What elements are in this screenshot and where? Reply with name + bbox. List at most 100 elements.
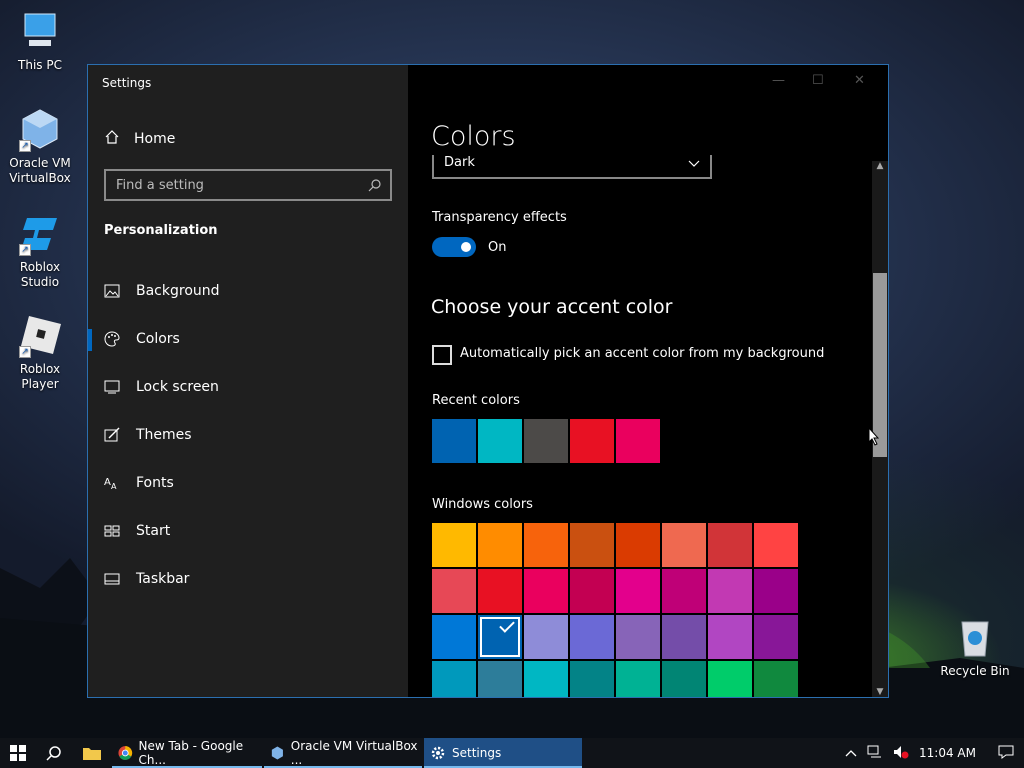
color-swatch[interactable] <box>432 523 476 567</box>
color-swatch[interactable] <box>708 569 752 613</box>
volume-muted-icon[interactable] <box>893 745 909 762</box>
taskbar-task-chrome[interactable]: New Tab - Google Ch... <box>112 738 262 768</box>
color-swatch[interactable] <box>708 661 752 697</box>
color-swatch[interactable] <box>754 523 798 567</box>
auto-accent-label[interactable]: Automatically pick an accent color from … <box>460 346 824 361</box>
mouse-cursor-icon <box>868 427 880 446</box>
scroll-down-icon[interactable]: ▼ <box>872 687 888 697</box>
network-icon[interactable] <box>867 745 883 762</box>
color-swatch[interactable] <box>524 615 568 659</box>
home-label: Home <box>134 131 176 147</box>
nav-item-label: Fonts <box>136 475 174 491</box>
chevron-up-icon[interactable] <box>845 746 857 760</box>
clock[interactable]: 11:04 AM <box>919 746 976 760</box>
chrome-icon <box>118 746 133 760</box>
nav-item-label: Themes <box>136 427 192 443</box>
color-swatch[interactable] <box>616 419 660 463</box>
settings-gear-icon <box>431 746 445 760</box>
color-swatch[interactable] <box>524 419 568 463</box>
color-swatch[interactable] <box>708 615 752 659</box>
notifications-icon[interactable] <box>998 745 1014 762</box>
nav-item-taskbar[interactable]: Taskbar <box>88 555 408 603</box>
brush-icon <box>104 427 120 443</box>
search-icon <box>46 746 61 761</box>
home-nav-button[interactable]: Home <box>104 129 175 149</box>
color-swatch[interactable] <box>432 615 476 659</box>
color-swatch[interactable] <box>570 569 614 613</box>
color-swatch[interactable] <box>616 523 660 567</box>
minimize-button[interactable]: — <box>772 73 785 88</box>
shortcut-arrow-icon: ↗ <box>19 140 31 152</box>
desktop-icon-this-pc[interactable]: This PC <box>0 8 80 73</box>
start-button[interactable] <box>0 738 36 768</box>
close-button[interactable]: ✕ <box>854 73 865 88</box>
color-swatch[interactable] <box>524 569 568 613</box>
desktop-icon-virtualbox[interactable]: ↗ Oracle VM VirtualBox <box>0 106 80 186</box>
app-mode-dropdown[interactable]: Dark <box>432 155 712 179</box>
color-swatch[interactable] <box>570 615 614 659</box>
color-swatch[interactable] <box>662 661 706 697</box>
nav-item-label: Background <box>136 283 220 299</box>
color-swatch[interactable] <box>570 419 614 463</box>
color-swatch[interactable] <box>754 661 798 697</box>
color-swatch[interactable] <box>478 615 522 659</box>
color-swatch[interactable] <box>754 569 798 613</box>
accent-heading: Choose your accent color <box>431 296 673 318</box>
color-swatch[interactable] <box>432 661 476 697</box>
system-tray: 11:04 AM <box>845 738 1024 768</box>
windows-colors-label: Windows colors <box>432 497 533 512</box>
svg-text:A: A <box>104 477 111 488</box>
search-icon[interactable] <box>368 178 382 196</box>
color-swatch[interactable] <box>662 615 706 659</box>
virtualbox-icon: ↗ <box>17 106 63 152</box>
search-box[interactable] <box>104 169 392 201</box>
nav-item-start[interactable]: Start <box>88 507 408 555</box>
search-taskbar-button[interactable] <box>36 738 72 768</box>
color-swatch[interactable] <box>432 569 476 613</box>
settings-window: Settings Home Personalization Background… <box>87 64 889 698</box>
color-swatch[interactable] <box>478 661 522 697</box>
desktop-icon-label: Recycle Bin <box>940 664 1010 678</box>
color-swatch[interactable] <box>662 569 706 613</box>
section-title: Personalization <box>104 223 218 238</box>
transparency-toggle[interactable] <box>432 237 476 257</box>
maximize-button[interactable]: ☐ <box>812 73 824 88</box>
task-label: Oracle VM VirtualBox ... <box>290 739 418 767</box>
desktop-icon-roblox-studio[interactable]: ↗ Roblox Studio <box>0 210 80 290</box>
taskbar: New Tab - Google Ch... Oracle VM Virtual… <box>0 738 1024 768</box>
color-swatch[interactable] <box>524 523 568 567</box>
color-swatch[interactable] <box>616 569 660 613</box>
color-swatch[interactable] <box>616 661 660 697</box>
color-swatch[interactable] <box>570 661 614 697</box>
desktop-icon-recycle-bin[interactable]: Recycle Bin <box>935 614 1015 679</box>
nav-item-fonts[interactable]: AA Fonts <box>88 459 408 507</box>
color-swatch[interactable] <box>616 615 660 659</box>
nav-item-colors[interactable]: Colors <box>88 315 408 363</box>
taskbar-task-settings[interactable]: Settings <box>424 738 582 768</box>
nav-item-label: Lock screen <box>136 379 219 395</box>
color-swatch[interactable] <box>662 523 706 567</box>
auto-accent-checkbox[interactable] <box>432 345 452 365</box>
color-swatch[interactable] <box>432 419 476 463</box>
color-swatch[interactable] <box>478 523 522 567</box>
search-input[interactable] <box>106 171 356 199</box>
color-swatch[interactable] <box>478 419 522 463</box>
color-swatch[interactable] <box>478 569 522 613</box>
colors-page: — ☐ ✕ Colors Dark Transparency effects O… <box>408 65 888 697</box>
nav-item-background[interactable]: Background <box>88 267 408 315</box>
home-icon <box>104 129 120 149</box>
taskbar-task-virtualbox[interactable]: Oracle VM VirtualBox ... <box>264 738 422 768</box>
nav-item-themes[interactable]: Themes <box>88 411 408 459</box>
color-swatch[interactable] <box>570 523 614 567</box>
desktop-icon-label: Oracle VM VirtualBox <box>9 156 71 185</box>
desktop-icon-roblox-player[interactable]: ↗ Roblox Player <box>0 312 80 392</box>
shortcut-arrow-icon: ↗ <box>19 244 31 256</box>
file-explorer-button[interactable] <box>72 738 112 768</box>
color-swatch[interactable] <box>754 615 798 659</box>
desktop-icon-label: Roblox Player <box>19 362 61 391</box>
color-swatch[interactable] <box>524 661 568 697</box>
scroll-up-icon[interactable]: ▲ <box>872 161 888 171</box>
page-title: Colors <box>431 121 516 152</box>
nav-item-lock-screen[interactable]: Lock screen <box>88 363 408 411</box>
color-swatch[interactable] <box>708 523 752 567</box>
